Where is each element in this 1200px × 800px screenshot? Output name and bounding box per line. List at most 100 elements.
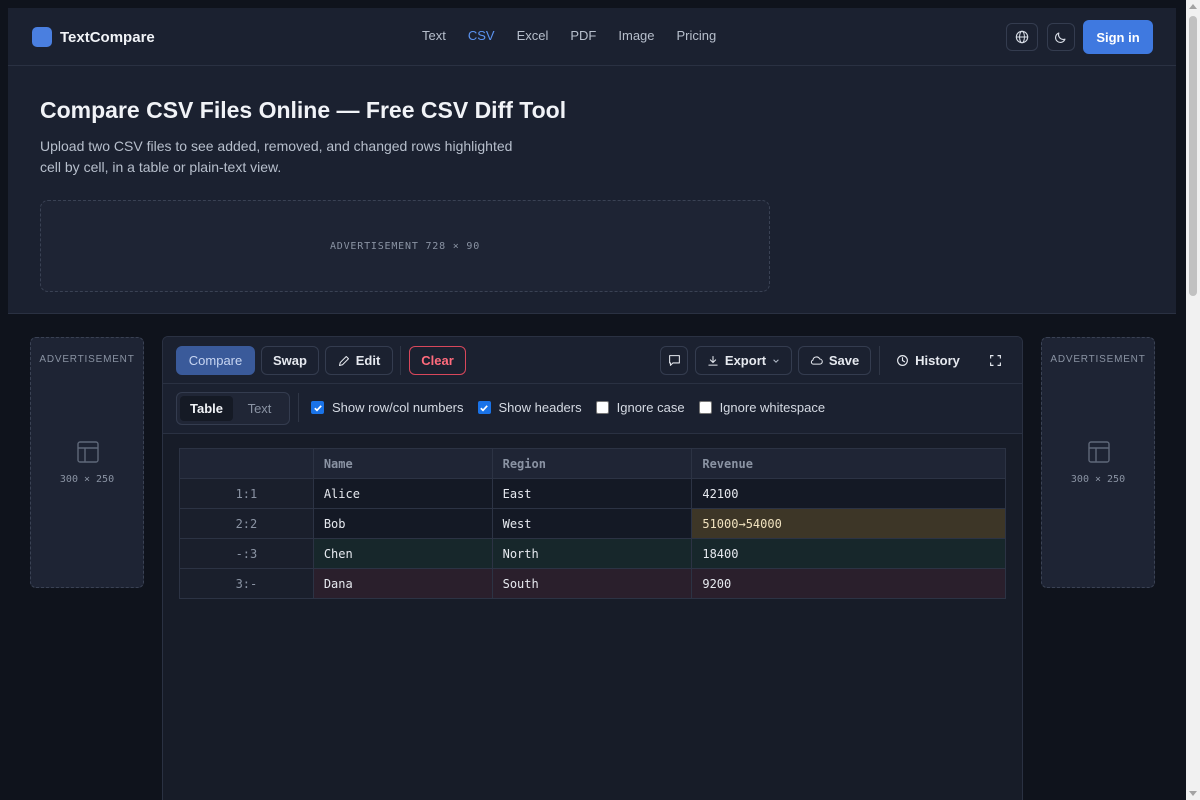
- tab-text[interactable]: Text: [233, 396, 286, 421]
- cell-name[interactable]: Dana: [312, 568, 493, 599]
- side-ad-size: 300 × 250: [59, 474, 115, 485]
- theme-toggle[interactable]: [1047, 23, 1075, 51]
- scroll-up-icon[interactable]: [1189, 4, 1197, 9]
- chevron-down-icon: [773, 358, 779, 363]
- language-button[interactable]: [1006, 23, 1038, 51]
- cloud-icon: [810, 356, 823, 365]
- comment-button[interactable]: [660, 346, 688, 375]
- option-label: Show row/col numbers: [332, 400, 464, 415]
- table-row-changed: 2:2 Bob West 51000→54000: [179, 508, 1006, 539]
- toolbar-divider: [400, 346, 401, 375]
- row-number: -:3: [179, 538, 314, 569]
- globe-icon: [1015, 30, 1029, 44]
- table-header-row: Name Region Revenue: [179, 448, 1006, 479]
- ad-banner: ADVERTISEMENT 728 × 90: [40, 200, 770, 292]
- diff-options: Show row/col numbers Show headers Ignore…: [311, 400, 839, 415]
- toolbar-divider: [879, 346, 880, 375]
- column-header-region: Region: [491, 448, 693, 479]
- option-show-numbers[interactable]: Show row/col numbers: [311, 400, 464, 415]
- left-side-ad: ADVERTISEMENT 300 × 250: [30, 337, 144, 588]
- page-title: Compare CSV Files Online — Free CSV Diff…: [40, 97, 567, 123]
- layout-icon: [1088, 441, 1110, 463]
- cell-revenue-changed[interactable]: 51000→54000: [691, 508, 1006, 539]
- tab-table[interactable]: Table: [180, 396, 233, 421]
- row-number: 1:1: [179, 478, 314, 509]
- logo-icon: [32, 27, 52, 47]
- checkbox-ignore-whitespace[interactable]: [698, 401, 712, 414]
- logo[interactable]: TextCompare: [32, 27, 155, 47]
- check-icon: [480, 404, 488, 412]
- cell-region[interactable]: East: [491, 478, 693, 509]
- edit-label: Edit: [355, 353, 381, 368]
- checkbox-show-headers[interactable]: [477, 401, 491, 414]
- nav-link-text[interactable]: Text: [422, 28, 446, 43]
- diff-table: Name Region Revenue 1:1 Alice East 42100…: [179, 448, 1006, 599]
- page: TextCompare Text CSV Excel PDF Image Pri…: [0, 0, 1186, 800]
- header-section: TextCompare Text CSV Excel PDF Image Pri…: [8, 8, 1176, 314]
- layout-icon: [77, 441, 99, 463]
- moon-icon: [1055, 32, 1066, 43]
- options-bar: Table Text Show row/col numbers Show hea…: [163, 384, 1022, 434]
- page-scrollbar[interactable]: [1186, 0, 1200, 800]
- column-header-revenue: Revenue: [691, 448, 1006, 479]
- toolbar: Compare Swap Edit Clear Export Save Hist…: [163, 337, 1022, 384]
- cell-region[interactable]: North: [491, 538, 693, 569]
- scrollbar-thumb[interactable]: [1189, 16, 1197, 296]
- nav-link-pdf[interactable]: PDF: [570, 28, 596, 43]
- row-number: 3:-: [179, 568, 314, 599]
- cell-region[interactable]: West: [491, 508, 693, 539]
- compare-button[interactable]: Compare: [176, 346, 255, 375]
- option-show-headers[interactable]: Show headers: [477, 400, 582, 415]
- checkbox-show-numbers[interactable]: [311, 401, 324, 414]
- check-icon: [313, 404, 322, 412]
- fullscreen-button[interactable]: [981, 346, 1009, 375]
- clock-icon: [897, 355, 909, 366]
- option-ignore-case[interactable]: Ignore case: [595, 400, 685, 415]
- sign-in-button[interactable]: Sign in: [1083, 20, 1153, 54]
- nav-link-image[interactable]: Image: [618, 28, 654, 43]
- nav-link-csv[interactable]: CSV: [468, 28, 495, 43]
- download-icon: [708, 355, 718, 366]
- checkbox-ignore-case[interactable]: [595, 401, 609, 414]
- column-header-name: Name: [312, 448, 493, 479]
- cell-name[interactable]: Bob: [312, 508, 493, 539]
- table-row-removed: 3:- Dana South 9200: [179, 568, 1006, 599]
- cell-region[interactable]: South: [491, 568, 693, 599]
- save-label: Save: [828, 353, 860, 368]
- ad-banner-label: ADVERTISEMENT 728 × 90: [329, 240, 481, 252]
- right-side-ad: ADVERTISEMENT 300 × 250: [1041, 337, 1155, 588]
- page-description: Upload two CSV files to see added, remov…: [40, 138, 513, 175]
- edit-button[interactable]: Edit: [325, 346, 393, 375]
- export-label: Export: [724, 353, 767, 368]
- nav-link-excel[interactable]: Excel: [517, 28, 549, 43]
- history-label: History: [915, 353, 960, 368]
- cell-revenue[interactable]: 42100: [691, 478, 1006, 509]
- nav-link-pricing[interactable]: Pricing: [677, 28, 717, 43]
- table-row: 1:1 Alice East 42100: [179, 478, 1006, 509]
- option-label: Ignore case: [616, 400, 685, 415]
- option-label: Ignore whitespace: [719, 400, 826, 415]
- swap-button[interactable]: Swap: [261, 346, 319, 375]
- side-ad-title: ADVERTISEMENT: [1050, 354, 1146, 365]
- clear-button[interactable]: Clear: [409, 346, 466, 375]
- compare-panel: Compare Swap Edit Clear Export Save Hist…: [162, 336, 1023, 800]
- table-row-added: -:3 Chen North 18400: [179, 538, 1006, 569]
- options-divider: [298, 393, 299, 422]
- side-ad-title: ADVERTISEMENT: [39, 354, 135, 365]
- cell-name[interactable]: Alice: [312, 478, 493, 509]
- view-mode-toggle: Table Text: [176, 392, 290, 425]
- history-button[interactable]: History: [890, 346, 966, 375]
- navbar: TextCompare Text CSV Excel PDF Image Pri…: [8, 8, 1176, 66]
- pencil-icon: [338, 355, 349, 366]
- comment-icon: [668, 355, 680, 366]
- option-ignore-whitespace[interactable]: Ignore whitespace: [698, 400, 826, 415]
- cell-revenue[interactable]: 9200: [691, 568, 1006, 599]
- cell-revenue[interactable]: 18400: [691, 538, 1006, 569]
- save-button[interactable]: Save: [798, 346, 871, 375]
- column-header-number: [179, 448, 314, 479]
- row-number: 2:2: [179, 508, 314, 539]
- side-ad-size: 300 × 250: [1070, 474, 1126, 485]
- cell-name[interactable]: Chen: [312, 538, 493, 569]
- export-button[interactable]: Export: [695, 346, 792, 375]
- scroll-down-icon[interactable]: [1189, 791, 1197, 796]
